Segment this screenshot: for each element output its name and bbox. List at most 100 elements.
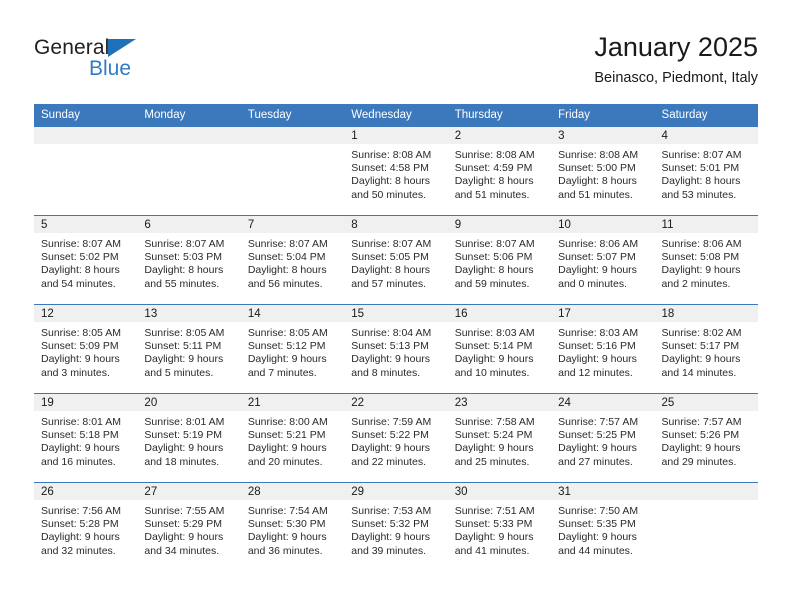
day-cell[interactable]: 20 Sunrise: 8:01 AM Sunset: 5:19 PM Dayligh… xyxy=(137,394,241,482)
day-number: 21 xyxy=(240,394,345,411)
calendar-cell xyxy=(240,126,345,216)
calendar-cell: 8 Sunrise: 8:07 AM Sunset: 5:05 PM Daylight… xyxy=(344,215,448,305)
sunrise-time: Sunrise: 8:03 AM xyxy=(558,327,639,339)
weekday-header-tuesday: Tuesday xyxy=(240,104,345,127)
sunrise-time: Sunrise: 8:07 AM xyxy=(661,149,742,161)
day-details: Sunrise: 7:50 AM Sunset: 5:35 PM Daylight:… xyxy=(551,500,654,558)
day-cell[interactable]: 16 Sunrise: 8:03 AM Sunset: 5:14 PM Dayligh… xyxy=(447,305,552,393)
day-details: Sunrise: 8:05 AM Sunset: 5:11 PM Daylight:… xyxy=(137,322,240,380)
day-cell[interactable]: 11 Sunrise: 8:06 AM Sunset: 5:08 PM Dayligh… xyxy=(654,216,758,304)
calendar-cell: 21 Sunrise: 8:00 AM Sunset: 5:21 PM Dayligh… xyxy=(240,393,345,483)
day-number xyxy=(34,127,138,144)
day-number: 23 xyxy=(447,394,552,411)
day-cell[interactable]: 1 Sunrise: 8:08 AM Sunset: 4:58 PM Daylight… xyxy=(344,127,448,215)
calendar-cell: 19 Sunrise: 8:01 AM Sunset: 5:18 PM Dayligh… xyxy=(34,393,138,483)
day-cell[interactable]: 22 Sunrise: 7:59 AM Sunset: 5:22 PM Dayligh… xyxy=(344,394,448,482)
sunrise-time: Sunrise: 8:01 AM xyxy=(41,416,121,428)
day-details: Sunrise: 7:55 AM Sunset: 5:29 PM Daylight:… xyxy=(137,500,240,558)
daylight-duration-line2: and 3 minutes. xyxy=(41,366,110,379)
day-number: 26 xyxy=(34,483,138,500)
weekday-header-sunday: Sunday xyxy=(34,104,138,127)
daylight-duration-line1: Daylight: 9 hours xyxy=(247,442,327,455)
sunrise-time: Sunrise: 8:06 AM xyxy=(558,238,639,250)
day-details: Sunrise: 7:57 AM Sunset: 5:26 PM Daylight:… xyxy=(655,411,758,469)
day-details: Sunrise: 8:01 AM Sunset: 5:18 PM Daylight:… xyxy=(34,411,137,469)
day-cell[interactable]: 19 Sunrise: 8:01 AM Sunset: 5:18 PM Dayligh… xyxy=(34,394,138,482)
calendar-week-row: 12 Sunrise: 8:05 AM Sunset: 5:09 PM Dayligh… xyxy=(34,304,758,394)
triangle-icon xyxy=(108,39,136,57)
daylight-duration-line1: Daylight: 9 hours xyxy=(247,531,327,544)
daylight-duration-line1: Daylight: 9 hours xyxy=(144,442,224,455)
sunset-time: Sunset: 5:09 PM xyxy=(41,340,119,353)
day-cell[interactable]: 17 Sunrise: 8:03 AM Sunset: 5:16 PM Dayligh… xyxy=(551,305,655,393)
day-number: 9 xyxy=(447,216,552,233)
sunset-time: Sunset: 5:29 PM xyxy=(144,518,223,531)
day-cell[interactable]: 2 Sunrise: 8:08 AM Sunset: 4:59 PM Daylight… xyxy=(447,127,552,215)
sunset-time: Sunset: 5:24 PM xyxy=(454,429,533,442)
day-cell-empty xyxy=(240,127,345,215)
day-cell[interactable]: 8 Sunrise: 8:07 AM Sunset: 5:05 PM Daylight… xyxy=(344,216,448,304)
day-number: 24 xyxy=(551,394,655,411)
day-number: 15 xyxy=(344,305,448,322)
day-number: 3 xyxy=(551,127,655,144)
day-details: Sunrise: 8:08 AM Sunset: 4:58 PM Daylight:… xyxy=(344,144,447,202)
sunset-time: Sunset: 5:11 PM xyxy=(144,340,222,353)
calendar-cell: 30 Sunrise: 7:51 AM Sunset: 5:33 PM Dayligh… xyxy=(447,482,552,571)
day-cell[interactable]: 15 Sunrise: 8:04 AM Sunset: 5:13 PM Dayligh… xyxy=(344,305,448,393)
weekday-header-thursday: Thursday xyxy=(447,104,552,127)
daylight-duration-line1: Daylight: 9 hours xyxy=(351,531,431,544)
day-cell[interactable]: 12 Sunrise: 8:05 AM Sunset: 5:09 PM Dayligh… xyxy=(34,305,138,393)
daylight-duration-line1: Daylight: 8 hours xyxy=(351,175,431,188)
day-cell[interactable]: 27 Sunrise: 7:55 AM Sunset: 5:29 PM Dayligh… xyxy=(137,483,241,571)
sunset-time: Sunset: 5:04 PM xyxy=(247,251,326,264)
day-cell[interactable]: 14 Sunrise: 8:05 AM Sunset: 5:12 PM Dayligh… xyxy=(240,305,345,393)
sunrise-time: Sunrise: 8:07 AM xyxy=(351,238,432,250)
calendar-cell: 29 Sunrise: 7:53 AM Sunset: 5:32 PM Dayligh… xyxy=(344,482,448,571)
sunset-time: Sunset: 5:25 PM xyxy=(558,429,636,442)
weekday-header-wednesday: Wednesday xyxy=(344,104,448,127)
day-number xyxy=(654,483,758,500)
day-number: 11 xyxy=(654,216,758,233)
sunrise-time: Sunrise: 8:05 AM xyxy=(41,327,121,339)
calendar-page: General Blue January 2025 Beinasco, Pied… xyxy=(0,0,792,612)
day-cell[interactable]: 26 Sunrise: 7:56 AM Sunset: 5:28 PM Dayligh… xyxy=(34,483,138,571)
day-cell[interactable]: 18 Sunrise: 8:02 AM Sunset: 5:17 PM Dayligh… xyxy=(654,305,758,393)
day-number: 27 xyxy=(137,483,241,500)
day-cell[interactable]: 3 Sunrise: 8:08 AM Sunset: 5:00 PM Daylight… xyxy=(551,127,655,215)
sunrise-time: Sunrise: 7:54 AM xyxy=(247,505,328,517)
day-cell[interactable]: 13 Sunrise: 8:05 AM Sunset: 5:11 PM Dayligh… xyxy=(137,305,241,393)
day-cell[interactable]: 4 Sunrise: 8:07 AM Sunset: 5:01 PM Daylight… xyxy=(654,127,758,215)
day-cell[interactable]: 5 Sunrise: 8:07 AM Sunset: 5:02 PM Daylight… xyxy=(34,216,138,304)
sunrise-time: Sunrise: 8:06 AM xyxy=(661,238,742,250)
daylight-duration-line2: and 32 minutes. xyxy=(41,544,116,557)
calendar-cell: 6 Sunrise: 8:07 AM Sunset: 5:03 PM Daylight… xyxy=(137,215,241,305)
day-number: 19 xyxy=(34,394,138,411)
calendar-body: 1 Sunrise: 8:08 AM Sunset: 4:58 PM Daylight… xyxy=(34,126,758,571)
daylight-duration-line1: Daylight: 8 hours xyxy=(144,264,224,277)
daylight-duration-line2: and 54 minutes. xyxy=(41,277,116,290)
day-cell[interactable]: 23 Sunrise: 7:58 AM Sunset: 5:24 PM Dayligh… xyxy=(447,394,552,482)
day-cell[interactable]: 29 Sunrise: 7:53 AM Sunset: 5:32 PM Dayligh… xyxy=(344,483,448,571)
sunset-time: Sunset: 5:17 PM xyxy=(661,340,740,353)
day-cell[interactable]: 10 Sunrise: 8:06 AM Sunset: 5:07 PM Dayligh… xyxy=(551,216,655,304)
day-number: 4 xyxy=(654,127,758,144)
day-cell[interactable]: 28 Sunrise: 7:54 AM Sunset: 5:30 PM Dayligh… xyxy=(240,483,345,571)
day-cell[interactable]: 24 Sunrise: 7:57 AM Sunset: 5:25 PM Dayligh… xyxy=(551,394,655,482)
sunrise-time: Sunrise: 8:02 AM xyxy=(661,327,742,339)
day-cell[interactable]: 21 Sunrise: 8:00 AM Sunset: 5:21 PM Dayligh… xyxy=(240,394,345,482)
day-cell[interactable]: 25 Sunrise: 7:57 AM Sunset: 5:26 PM Dayligh… xyxy=(654,394,758,482)
general-blue-logo[interactable]: General Blue xyxy=(34,36,184,90)
daylight-duration-line2: and 29 minutes. xyxy=(661,455,737,468)
daylight-duration-line2: and 27 minutes. xyxy=(558,455,633,468)
day-cell[interactable]: 9 Sunrise: 8:07 AM Sunset: 5:06 PM Daylight… xyxy=(447,216,552,304)
day-number: 25 xyxy=(654,394,758,411)
day-cell[interactable]: 30 Sunrise: 7:51 AM Sunset: 5:33 PM Dayligh… xyxy=(447,483,552,571)
daylight-duration-line1: Daylight: 8 hours xyxy=(351,264,431,277)
sunset-time: Sunset: 5:33 PM xyxy=(454,518,533,531)
day-cell[interactable]: 31 Sunrise: 7:50 AM Sunset: 5:35 PM Dayligh… xyxy=(551,483,655,571)
day-cell[interactable]: 7 Sunrise: 8:07 AM Sunset: 5:04 PM Daylight… xyxy=(240,216,345,304)
day-details: Sunrise: 8:04 AM Sunset: 5:13 PM Daylight:… xyxy=(344,322,447,380)
daylight-duration-line2: and 22 minutes. xyxy=(351,455,426,468)
day-cell[interactable]: 6 Sunrise: 8:07 AM Sunset: 5:03 PM Daylight… xyxy=(137,216,241,304)
sunrise-time: Sunrise: 8:08 AM xyxy=(351,149,432,161)
